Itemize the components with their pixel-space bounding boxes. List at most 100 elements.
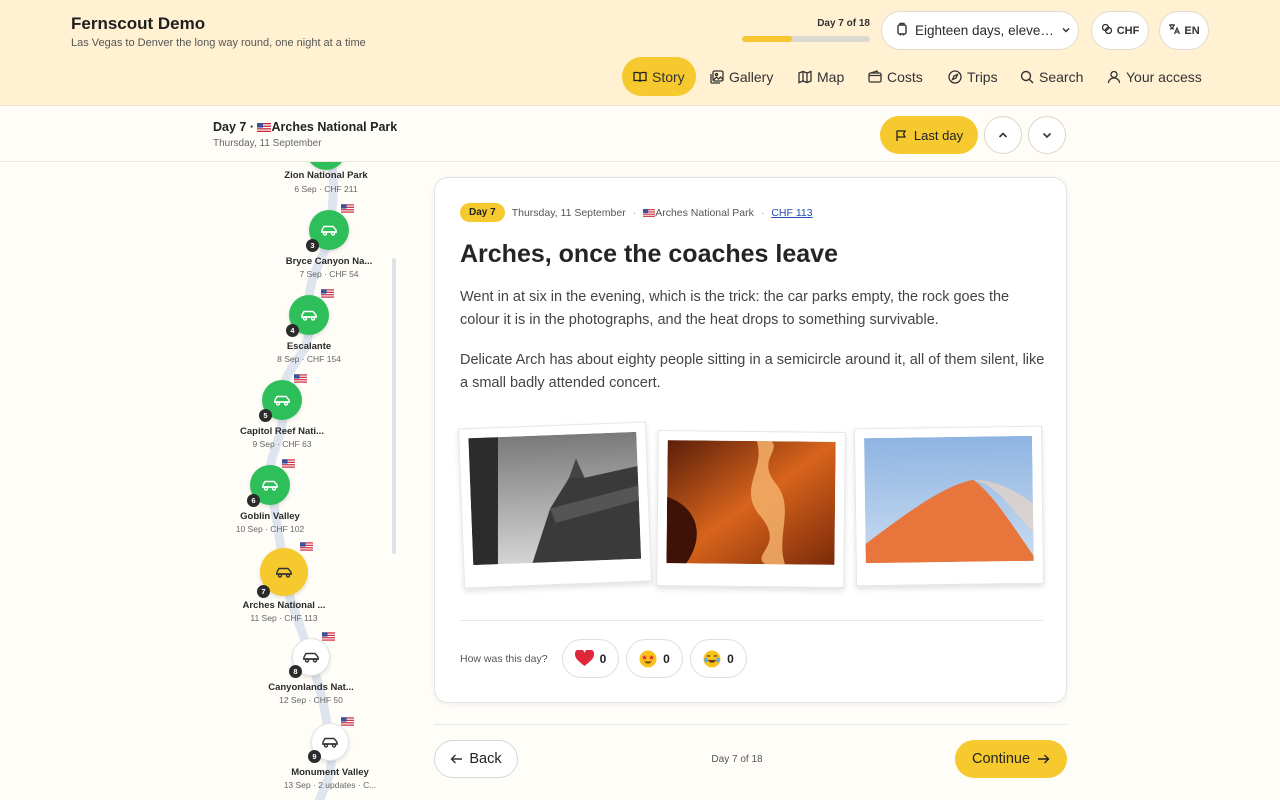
chevron-down-icon: [1042, 132, 1052, 139]
reaction-heart-button[interactable]: 0: [562, 639, 619, 678]
timeline-scrollbar[interactable]: [392, 258, 396, 554]
nav-map[interactable]: Map: [798, 57, 844, 96]
us-flag-icon: [294, 370, 307, 383]
timeline-stop-meta: 7 Sep · CHF 54: [299, 269, 359, 279]
nav-gallery[interactable]: Gallery: [710, 57, 773, 96]
car-icon: [320, 224, 338, 236]
timeline-stop-meta: 10 Sep · CHF 102: [235, 524, 305, 534]
laughing-face-icon: [703, 650, 721, 667]
timeline-stop-number: 4: [286, 324, 299, 337]
card-divider: [460, 620, 1043, 621]
post-place: Arches National Park: [643, 207, 754, 219]
currency-button[interactable]: CHF: [1091, 11, 1149, 50]
day-title: Day 7 · Arches National Park: [213, 120, 397, 134]
nav-costs[interactable]: Costs: [868, 57, 923, 96]
timeline-stop-meta: 13 Sep · 2 updates · C...: [283, 780, 377, 790]
photo-3[interactable]: [853, 425, 1045, 587]
language-button[interactable]: EN: [1159, 11, 1209, 50]
photo-1[interactable]: [457, 421, 653, 589]
currency-label: CHF: [1116, 24, 1140, 37]
flag-icon: [896, 129, 906, 141]
timeline-stop-name[interactable]: Capitol Reef Nati...: [192, 426, 372, 437]
car-icon: [261, 479, 279, 491]
day-timeline: Zion National Park 6 Sep · CHF 211 3 Bryce …: [0, 162, 400, 800]
us-flag-icon: [643, 208, 656, 217]
nav-search-label: Search: [1039, 68, 1084, 85]
heart-icon: [574, 650, 594, 667]
timeline-stop-name[interactable]: Zion National Park: [236, 170, 400, 181]
language-label: EN: [1184, 24, 1200, 37]
trip-select-value: Eighteen days, eleven ...: [915, 23, 1055, 38]
nav-search[interactable]: Search: [1020, 57, 1083, 96]
day-story-card: Day 7 Thursday, 11 September · Arches Na…: [434, 177, 1067, 703]
timeline-stop-name[interactable]: Goblin Valley: [180, 511, 360, 522]
continue-button[interactable]: Continue: [955, 740, 1067, 778]
next-day-button[interactable]: [1028, 116, 1066, 154]
star-struck-face-icon: [639, 650, 657, 667]
us-flag-icon: [300, 538, 313, 551]
map-icon: [798, 70, 812, 83]
timeline-stop-name[interactable]: Arches National ...: [194, 600, 374, 611]
continue-label: Continue: [971, 751, 1031, 767]
photo-dune: [864, 435, 1034, 564]
separator-dot: ·: [632, 206, 637, 219]
previous-day-button[interactable]: [984, 116, 1022, 154]
day-title-prefix: Day 7 ·: [213, 120, 254, 134]
trip-icon: [895, 22, 909, 39]
day-progress-label: Day 7 of 18: [817, 18, 870, 29]
reaction-star-struck-button[interactable]: 0: [626, 639, 683, 678]
last-day-button[interactable]: Last day: [880, 116, 978, 154]
nav-map-label: Map: [817, 68, 845, 85]
day-title-place: Arches National Park: [271, 120, 398, 134]
timeline-stop-number: 8: [289, 665, 302, 678]
back-button[interactable]: Back: [434, 740, 518, 778]
separator-dot: ·: [760, 206, 765, 219]
timeline-stop-name[interactable]: Bryce Canyon Na...: [239, 256, 400, 267]
us-flag-icon: [257, 123, 272, 132]
timeline-stop-meta: 9 Sep · CHF 63: [252, 439, 312, 449]
us-flag-icon: [341, 713, 354, 726]
back-label: Back: [469, 751, 502, 767]
compass-icon: [948, 69, 962, 84]
timeline-stop-number: 6: [247, 494, 260, 507]
nav-your-access[interactable]: Your access: [1107, 57, 1202, 96]
nav-trips-label: Trips: [967, 68, 998, 85]
arrow-left-icon: [450, 754, 463, 764]
book-icon: [633, 71, 647, 82]
user-icon: [1107, 70, 1121, 83]
day-badge: Day 7: [460, 203, 505, 222]
day-date: Thursday, 11 September: [213, 138, 322, 149]
timeline-stop-meta: 12 Sep · CHF 50: [279, 695, 343, 705]
reaction-laughing-button[interactable]: 0: [690, 639, 747, 678]
day-subheader: Day 7 · Arches National Park Thursday, 1…: [0, 107, 1280, 162]
trip-select[interactable]: Eighteen days, eleven ...: [881, 11, 1079, 50]
timeline-stop-number: 3: [306, 239, 319, 252]
post-meta: Day 7 Thursday, 11 September · Arches Na…: [460, 203, 813, 222]
nav-story-label: Story: [652, 68, 685, 85]
us-flag-icon: [322, 628, 335, 641]
nav-trips[interactable]: Trips: [948, 57, 998, 96]
last-day-label: Last day: [913, 127, 964, 143]
us-flag-icon: [341, 200, 354, 213]
day-progress-bar: [742, 36, 870, 42]
timeline-stop-number: 9: [308, 750, 321, 763]
car-icon: [273, 394, 291, 406]
app-subtitle: Las Vegas to Denver the long way round, …: [71, 37, 366, 49]
us-flag-icon: [282, 455, 295, 468]
timeline-stop-meta: 6 Sep · CHF 211: [294, 184, 358, 194]
timeline-stop-number: 7: [257, 585, 270, 598]
nav-story[interactable]: Story: [622, 57, 696, 96]
timeline-stop-name[interactable]: Escalante: [219, 341, 399, 352]
day-cost-link[interactable]: CHF 113: [771, 207, 812, 219]
app-title[interactable]: Fernscout Demo: [71, 14, 205, 34]
timeline-stop-name[interactable]: Canyonlands Nat...: [221, 682, 400, 693]
reaction-count: 0: [663, 651, 670, 666]
post-title: Arches, once the coaches leave: [460, 240, 838, 268]
coins-icon: [1101, 23, 1113, 38]
footer-divider: [434, 724, 1067, 725]
timeline-stop-name[interactable]: Monument Valley: [240, 767, 400, 778]
chevron-down-icon: [1061, 23, 1071, 38]
nav-your-access-label: Your access: [1126, 68, 1202, 85]
photo-2[interactable]: [656, 430, 846, 588]
us-flag-icon: [321, 285, 334, 298]
